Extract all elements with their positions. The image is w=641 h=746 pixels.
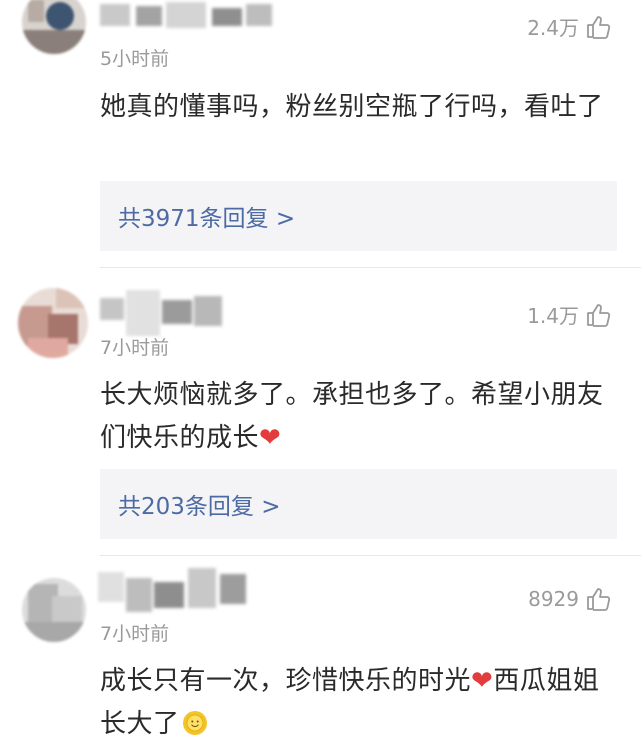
thumbs-up-icon [587, 588, 611, 611]
thumbs-up-icon [587, 303, 611, 327]
comment-text: 成长只有一次，珍惜快乐的时光❤西瓜姐姐长大了 [100, 660, 605, 746]
view-replies-link[interactable]: 共203条回复 > [100, 469, 617, 539]
heart-icon: ❤ [259, 423, 282, 453]
thumbs-up-icon [587, 15, 611, 39]
avatar[interactable] [22, 578, 86, 642]
username-blurred[interactable] [96, 568, 256, 618]
comment-time: 5小时前 [100, 48, 170, 70]
avatar[interactable] [18, 288, 88, 358]
username-blurred[interactable] [96, 0, 276, 34]
like-count: 1.4万 [527, 304, 579, 328]
like-button[interactable]: 8929 [528, 586, 611, 612]
like-button[interactable]: 2.4万 [527, 12, 611, 41]
divider [100, 267, 641, 268]
like-button[interactable]: 1.4万 [527, 300, 611, 329]
like-count: 2.4万 [527, 16, 579, 40]
divider [100, 555, 641, 556]
heart-icon: ❤ [471, 666, 494, 696]
smiling-sun-icon [182, 711, 207, 735]
comment-time: 7小时前 [100, 623, 170, 645]
comment-text-main: 成长只有一次，珍惜快乐的时光 [100, 666, 472, 696]
comment-time: 7小时前 [100, 337, 170, 359]
comment-text: 她真的懂事吗，粉丝别空瓶了行吗，看吐了 [100, 92, 604, 122]
view-replies-link[interactable]: 共3971条回复 > [100, 181, 617, 251]
comment-feed: 5小时前 2.4万 她真的懂事吗，粉丝别空瓶了行吗，看吐了 共3971条回复 > [0, 0, 641, 743]
comment-text: 长大烦恼就多了。承担也多了。希望小朋友们快乐的成长❤ [100, 374, 605, 460]
comment-text-main: 长大烦恼就多了。承担也多了。希望小朋友们快乐的成长 [100, 380, 604, 453]
like-count: 8929 [528, 587, 579, 611]
avatar[interactable] [22, 0, 86, 54]
